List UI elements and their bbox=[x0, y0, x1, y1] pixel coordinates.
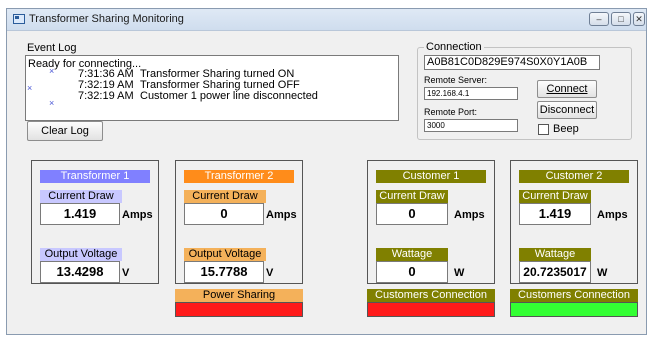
transformer2-panel: Transformer 2 Current Draw 0 Amps Output… bbox=[175, 160, 303, 284]
log-marker-icon: × bbox=[49, 98, 55, 108]
transformer2-voltage-unit: V bbox=[266, 267, 274, 279]
transformer1-current-unit: Amps bbox=[122, 209, 153, 221]
customer2-wattage-value: 20.7235017 bbox=[519, 261, 591, 283]
customer1-current-label: Current Draw bbox=[376, 190, 448, 203]
beep-label: Beep bbox=[553, 123, 579, 135]
event-log-listbox[interactable]: Ready for connecting... × × × 7:31:36 AM… bbox=[25, 55, 399, 121]
event-log-label: Event Log bbox=[27, 42, 77, 54]
remote-server-input[interactable]: 192.168.4.1 bbox=[424, 87, 518, 100]
customer1-wattage-unit: W bbox=[454, 267, 465, 279]
log-entry-message: Customer 1 power line disconnected bbox=[140, 90, 318, 102]
customer2-current-label: Current Draw bbox=[519, 190, 591, 203]
customer1-wattage-label: Wattage bbox=[376, 248, 448, 261]
customer2-current-value: 1.419 bbox=[519, 203, 591, 225]
transformer2-current-unit: Amps bbox=[266, 209, 297, 221]
customer2-wattage-unit: W bbox=[597, 267, 608, 279]
connection-label: Connection bbox=[424, 41, 484, 53]
connection-id-field[interactable]: A0B81C0D829E974S0X0Y1A0B bbox=[424, 55, 600, 70]
transformer1-current-label: Current Draw bbox=[40, 190, 122, 203]
log-entry-time: 7:32:19 AM bbox=[78, 90, 134, 102]
transformer1-voltage-unit: V bbox=[122, 267, 130, 279]
customer1-connection-label: Customers Connection bbox=[367, 289, 495, 302]
window-title: Transformer Sharing Monitoring bbox=[29, 13, 184, 25]
beep-checkbox[interactable] bbox=[538, 124, 549, 135]
remote-port-label: Remote Port: bbox=[424, 107, 478, 117]
transformer2-current-value: 0 bbox=[184, 203, 264, 225]
customer1-wattage-value: 0 bbox=[376, 261, 448, 283]
customer1-panel: Customer 1 Current Draw 0 Amps Wattage 0… bbox=[367, 160, 495, 284]
transformer2-voltage-value: 15.7788 bbox=[184, 261, 264, 283]
customer2-panel: Customer 2 Current Draw 1.419 Amps Watta… bbox=[510, 160, 638, 284]
transformer1-panel: Transformer 1 Current Draw 1.419 Amps Ou… bbox=[31, 160, 159, 284]
transformer1-current-value: 1.419 bbox=[40, 203, 120, 225]
minimize-button[interactable]: ‒ bbox=[589, 12, 609, 26]
disconnect-button[interactable]: Disconnect bbox=[537, 101, 597, 119]
clear-log-button[interactable]: Clear Log bbox=[27, 121, 103, 141]
transformer1-voltage-label: Output Voltage bbox=[40, 248, 122, 261]
transformer2-title: Transformer 2 bbox=[184, 170, 294, 183]
transformer2-voltage-label: Output Voltage bbox=[184, 248, 266, 261]
maximize-button[interactable]: □ bbox=[611, 12, 631, 26]
customer2-connection-indicator bbox=[510, 302, 638, 317]
log-marker-icon: × bbox=[49, 66, 55, 76]
transformer1-title: Transformer 1 bbox=[40, 170, 150, 183]
transformer2-current-label: Current Draw bbox=[184, 190, 266, 203]
power-sharing-label: Power Sharing bbox=[175, 289, 303, 302]
remote-port-input[interactable]: 3000 bbox=[424, 119, 518, 132]
customer2-wattage-label: Wattage bbox=[519, 248, 591, 261]
connect-button-label: Connect bbox=[546, 83, 588, 95]
customer1-current-value: 0 bbox=[376, 203, 448, 225]
title-bar: Transformer Sharing Monitoring ‒ □ ✕ bbox=[7, 9, 646, 31]
disconnect-button-label: Disconnect bbox=[539, 104, 595, 116]
customer1-title: Customer 1 bbox=[376, 170, 486, 183]
log-marker-icon: × bbox=[27, 83, 33, 93]
app-window-icon bbox=[13, 14, 25, 24]
app-window: Transformer Sharing Monitoring ‒ □ ✕ Eve… bbox=[6, 8, 647, 335]
customer2-connection-label: Customers Connection bbox=[510, 289, 638, 302]
connect-button[interactable]: Connect bbox=[537, 80, 597, 98]
close-button[interactable]: ✕ bbox=[633, 12, 645, 26]
customer1-current-unit: Amps bbox=[454, 209, 485, 221]
power-sharing-indicator bbox=[175, 302, 303, 317]
transformer1-voltage-value: 13.4298 bbox=[40, 261, 120, 283]
customer2-title: Customer 2 bbox=[519, 170, 629, 183]
remote-server-label: Remote Server: bbox=[424, 75, 488, 85]
customer2-current-unit: Amps bbox=[597, 209, 628, 221]
customer1-connection-indicator bbox=[367, 302, 495, 317]
